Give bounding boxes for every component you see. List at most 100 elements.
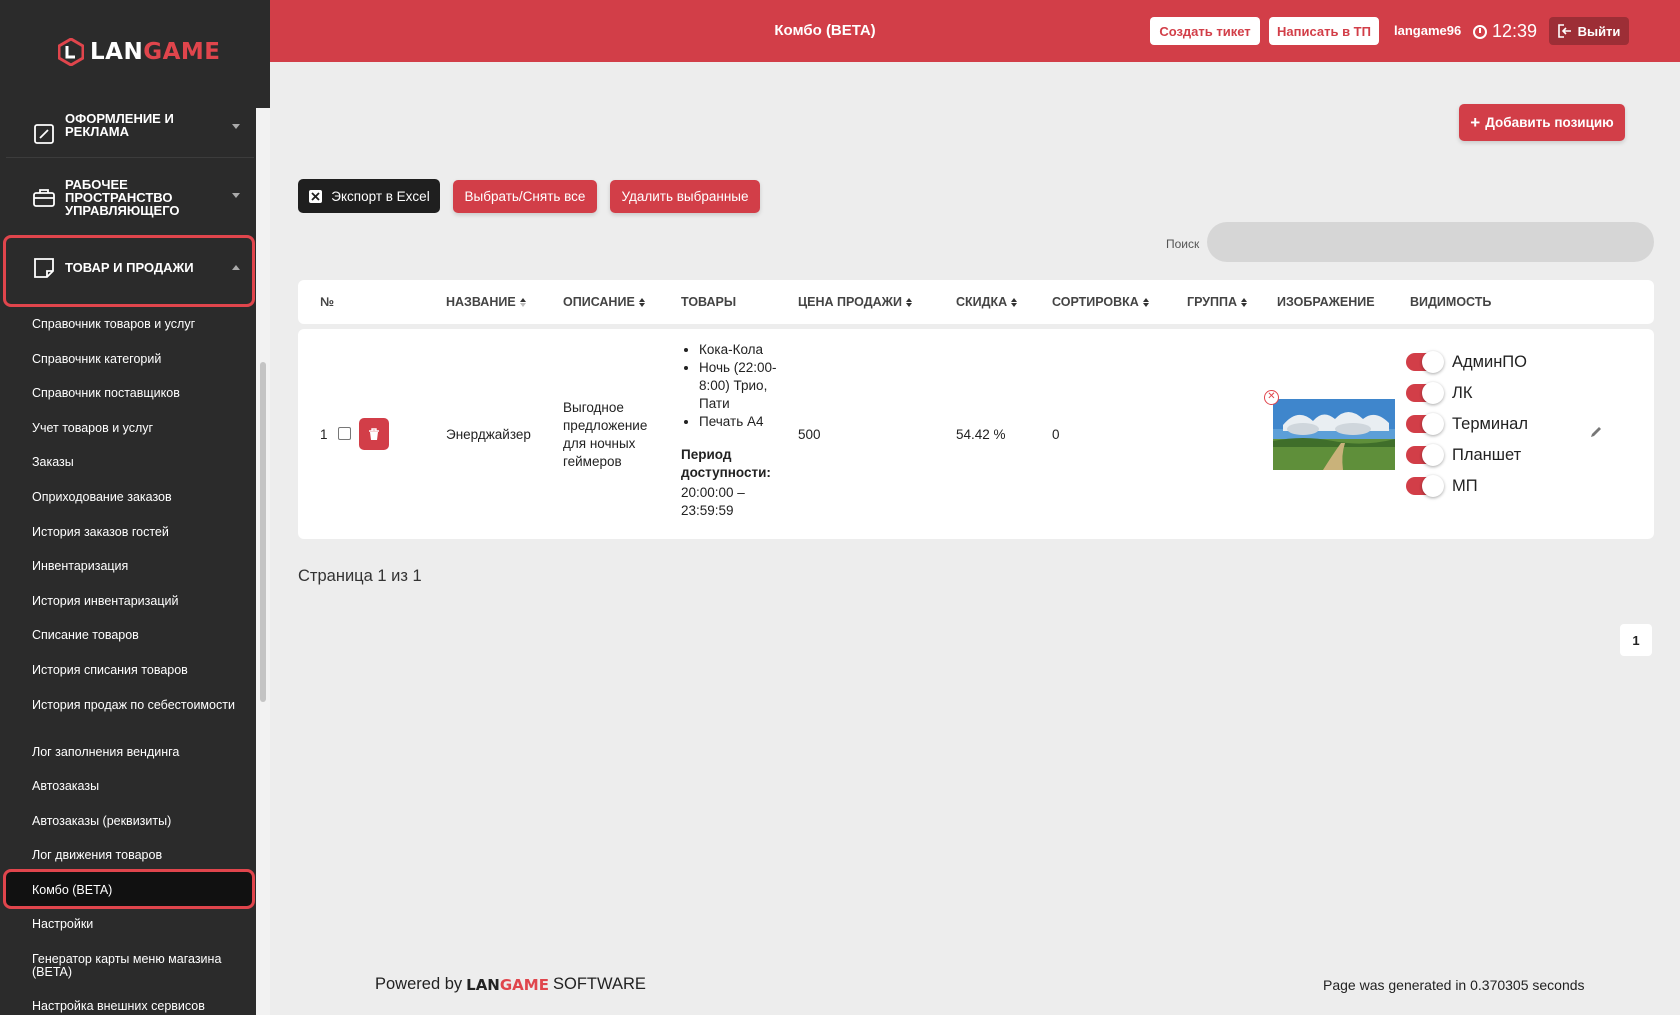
sidebar-item-menu-card-generator[interactable]: Генератор карты меню магазина (BETA) bbox=[32, 953, 247, 979]
footer-powered-by: Powered by LANGAME SOFTWARE bbox=[375, 975, 646, 994]
delete-row-button[interactable] bbox=[359, 418, 389, 450]
excel-icon bbox=[309, 189, 323, 203]
add-position-label: Добавить позицию bbox=[1485, 115, 1614, 130]
write-support-button[interactable]: Написать в ТП bbox=[1269, 17, 1379, 45]
column-header-discount[interactable]: СКИДКА bbox=[956, 295, 1018, 309]
sidebar-item-orders[interactable]: Заказы bbox=[32, 456, 247, 469]
sidebar-section-label: РАБОЧЕЕ ПРОСТРАНСТВО УПРАВЛЯЮЩЕГО bbox=[65, 177, 180, 218]
page-button-1[interactable]: 1 bbox=[1620, 624, 1652, 656]
sidebar-item-settings[interactable]: Настройки bbox=[32, 918, 247, 931]
pagination-info: Страница 1 из 1 bbox=[298, 567, 422, 585]
search-input[interactable] bbox=[1207, 222, 1654, 262]
visibility-label: Планшет bbox=[1452, 445, 1522, 464]
visibility-toggle[interactable] bbox=[1406, 382, 1444, 404]
column-header-image: ИЗОБРАЖЕНИЕ bbox=[1277, 295, 1375, 309]
search-label: Поиск bbox=[1166, 237, 1200, 251]
column-header-goods: ТОВАРЫ bbox=[681, 295, 737, 309]
sidebar-item-external-services[interactable]: Настройка внешних сервисов bbox=[32, 1000, 247, 1013]
select-all-button[interactable]: Выбрать/Снять все bbox=[453, 180, 597, 213]
sidebar-scrollbar[interactable] bbox=[256, 108, 270, 1015]
period-label: Период доступности: bbox=[681, 447, 771, 480]
pencil-icon[interactable] bbox=[1588, 424, 1604, 440]
clock-icon bbox=[1473, 24, 1487, 39]
delete-selected-button[interactable]: Удалить выбранные bbox=[610, 180, 760, 213]
visibility-lk: ЛК bbox=[1406, 382, 1473, 404]
sort-icon bbox=[1011, 297, 1018, 307]
divider bbox=[6, 157, 254, 158]
trash-icon bbox=[369, 427, 379, 440]
sidebar-item-vending-log[interactable]: Лог заполнения вендинга bbox=[32, 746, 247, 759]
visibility-toggle[interactable] bbox=[1406, 475, 1444, 497]
table-header: № НАЗВАНИЕ ОПИСАНИЕ ТОВАРЫ ЦЕНА ПРОДАЖИ … bbox=[298, 280, 1654, 324]
sidebar-item-autoorders-details[interactable]: Автозаказы (реквизиты) bbox=[32, 815, 247, 828]
username[interactable]: langame96 bbox=[1394, 23, 1461, 38]
visibility-toggle[interactable] bbox=[1406, 351, 1444, 373]
sidebar-item-write-off[interactable]: Списание товаров bbox=[32, 629, 247, 642]
logout-button[interactable]: Выйти bbox=[1549, 17, 1629, 45]
goods-item: Печать А4 bbox=[699, 413, 786, 431]
table-row: 1 Энерджайзер Выгодное предложение для н… bbox=[298, 329, 1654, 539]
column-header-group[interactable]: ГРУППА bbox=[1187, 295, 1248, 309]
sidebar-item-goods-accounting[interactable]: Учет товаров и услуг bbox=[32, 422, 247, 435]
sidebar-item-goods-movement-log[interactable]: Лог движения товаров bbox=[32, 849, 247, 862]
add-position-button[interactable]: + Добавить позицию bbox=[1459, 104, 1625, 141]
plus-icon: + bbox=[1470, 112, 1481, 132]
visibility-toggle[interactable] bbox=[1406, 413, 1444, 435]
sidebar-item-order-receipt[interactable]: Оприходование заказов bbox=[32, 491, 247, 504]
footer-generation-time: Page was generated in 0.370305 seconds bbox=[1323, 977, 1585, 993]
logout-icon bbox=[1557, 24, 1571, 38]
column-header-price[interactable]: ЦЕНА ПРОДАЖИ bbox=[798, 295, 912, 309]
sidebar-section-design[interactable]: ОФОРМЛЕНИЕ И РЕКЛАМА bbox=[0, 108, 256, 158]
sidebar-item-suppliers[interactable]: Справочник поставщиков bbox=[32, 387, 247, 400]
row-name: Энерджайзер bbox=[446, 427, 531, 442]
sidebar-item-combo-active[interactable]: Комбо (BETA) bbox=[32, 884, 247, 897]
combo-image-thumbnail bbox=[1273, 399, 1395, 470]
clock-time: 12:39 bbox=[1492, 21, 1538, 41]
sort-icon bbox=[1241, 297, 1248, 307]
sort-asc-icon bbox=[519, 297, 526, 307]
remove-image-icon[interactable]: ✕ bbox=[1264, 390, 1279, 405]
clock: 12:39 bbox=[1473, 21, 1537, 42]
visibility-label: АдминПО bbox=[1452, 352, 1527, 371]
export-excel-button[interactable]: Экспорт в Excel bbox=[298, 179, 440, 213]
visibility-label: МП bbox=[1452, 476, 1478, 495]
sidebar-item-guest-orders-history[interactable]: История заказов гостей bbox=[32, 526, 247, 539]
visibility-terminal: Терминал bbox=[1406, 413, 1528, 435]
sidebar-item-sales-cost-history[interactable]: История продаж по себестоимости bbox=[32, 699, 247, 712]
row-image[interactable]: ✕ bbox=[1264, 390, 1395, 470]
sidebar-scroll-thumb[interactable] bbox=[260, 362, 266, 702]
sidebar-section-workspace[interactable]: РАБОЧЕЕ ПРОСТРАНСТВО УПРАВЛЯЮЩЕГО bbox=[0, 166, 256, 226]
sort-icon bbox=[638, 297, 645, 307]
row-checkbox[interactable] bbox=[338, 427, 351, 440]
footer-powered-label: Powered by bbox=[375, 975, 463, 993]
column-header-name[interactable]: НАЗВАНИЕ bbox=[446, 295, 526, 309]
highlight-section-goods-sales bbox=[3, 235, 255, 307]
sidebar-item-inventory-history[interactable]: История инвентаризаций bbox=[32, 595, 247, 608]
visibility-label: Терминал bbox=[1452, 414, 1528, 433]
sidebar-item-write-off-history[interactable]: История списания товаров bbox=[32, 664, 247, 677]
create-ticket-button[interactable]: Создать тикет bbox=[1150, 17, 1260, 45]
logout-label: Выйти bbox=[1577, 23, 1621, 39]
period-value: 20:00:00 – 23:59:59 bbox=[681, 485, 745, 518]
visibility-label: ЛК bbox=[1452, 383, 1473, 402]
row-sort: 0 bbox=[1052, 427, 1060, 442]
visibility-adminpo: АдминПО bbox=[1406, 351, 1527, 373]
row-price: 500 bbox=[798, 427, 821, 442]
goods-item: Кока-Кола bbox=[699, 341, 786, 359]
langame-logo-icon bbox=[58, 38, 84, 66]
column-header-sort[interactable]: СОРТИРОВКА bbox=[1052, 295, 1149, 309]
sidebar-item-goods-directory[interactable]: Справочник товаров и услуг bbox=[32, 318, 247, 331]
sidebar-item-autoorders[interactable]: Автозаказы bbox=[32, 780, 247, 793]
sort-icon bbox=[1142, 297, 1149, 307]
briefcase-icon bbox=[33, 189, 55, 207]
visibility-toggle[interactable] bbox=[1406, 444, 1444, 466]
export-excel-label: Экспорт в Excel bbox=[331, 188, 430, 204]
sidebar: LANGAME ОФОРМЛЕНИЕ И РЕКЛАМА РАБОЧЕЕ ПРО… bbox=[0, 0, 270, 1015]
sidebar-section-label: ОФОРМЛЕНИЕ И РЕКЛАМА bbox=[65, 111, 174, 139]
app-logo[interactable]: LANGAME bbox=[58, 38, 221, 66]
row-discount: 54.42 % bbox=[956, 427, 1006, 442]
sidebar-item-inventory[interactable]: Инвентаризация bbox=[32, 560, 247, 573]
column-header-description[interactable]: ОПИСАНИЕ bbox=[563, 295, 645, 309]
footer-software: SOFTWARE bbox=[552, 975, 646, 993]
sidebar-item-categories[interactable]: Справочник категорий bbox=[32, 353, 247, 366]
